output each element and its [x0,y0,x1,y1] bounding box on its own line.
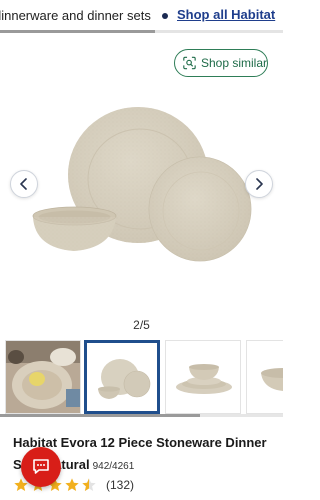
chevron-right-icon [256,178,263,190]
product-sku: 942/4261 [92,461,135,472]
shop-similar-button[interactable]: Shop similar [174,49,268,77]
thumbnail-3[interactable] [165,340,241,414]
star-full-icon [65,478,79,491]
thumbnail-image [87,343,157,411]
review-count[interactable]: (132) [106,478,134,492]
star-half-icon [82,478,96,491]
shop-all-habitat-link[interactable]: Shop all Habitat [177,7,275,22]
shop-similar-label: Shop similar [200,56,267,70]
image-counter: 2/5 [133,318,150,332]
thumbnail-strip[interactable] [0,338,283,416]
chat-button[interactable] [21,447,61,487]
thumbnail-image [247,341,283,413]
breadcrumb-category[interactable]: dinnerware and dinner sets [0,8,151,23]
thumbnail-scrollbar-thumb[interactable] [0,414,200,417]
breadcrumb-bar: dinnerware and dinner sets Shop all Habi… [0,0,283,33]
breadcrumb-separator-dot [162,13,168,19]
previous-image-button[interactable] [10,170,38,198]
thumbnail-image [6,341,80,413]
visual-search-icon [183,56,196,70]
product-image-carousel[interactable]: Shop similar [0,33,283,318]
thumbnail-image [166,341,240,413]
chevron-left-icon [20,178,27,190]
thumbnail-4[interactable] [246,340,283,414]
thumbnail-1[interactable] [5,340,81,414]
chat-icon [33,459,49,474]
next-image-button[interactable] [245,170,273,198]
thumbnail-2-selected[interactable] [84,340,160,414]
